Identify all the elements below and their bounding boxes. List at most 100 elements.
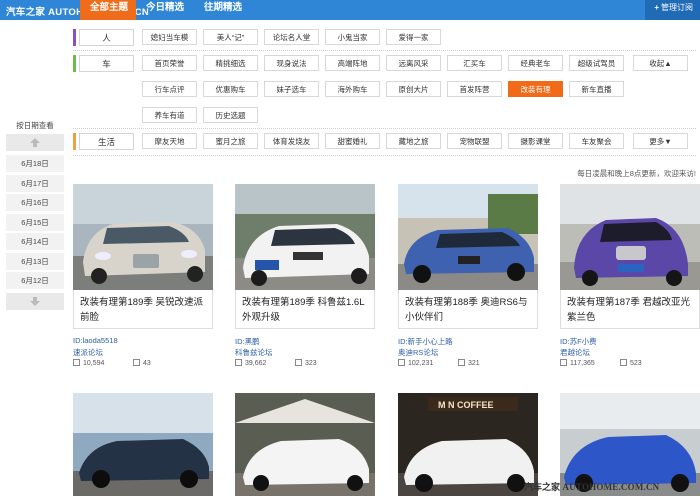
replies-count: 43	[133, 359, 151, 367]
tag[interactable]: 车友聚会	[569, 133, 624, 149]
forum-link[interactable]: 君越论坛	[560, 347, 590, 358]
car-photo[interactable]	[235, 184, 375, 290]
date-item[interactable]: 6月15日	[6, 214, 64, 232]
date-scroll-down-button[interactable]	[6, 293, 64, 310]
tag[interactable]: 高端阵地	[325, 55, 380, 71]
tag[interactable]: 远离风采	[386, 55, 441, 71]
car-photo[interactable]	[73, 393, 213, 496]
tag[interactable]: 行车点评	[142, 81, 197, 97]
reply-icon	[620, 359, 627, 366]
tag[interactable]: 原创大片	[386, 81, 441, 97]
forum-link[interactable]: 奥迪RS论坛	[398, 347, 438, 358]
date-scroll-up-button[interactable]	[6, 134, 64, 151]
car-photo[interactable]	[73, 184, 213, 290]
collapse-tags-button[interactable]: 收起▲	[633, 55, 688, 71]
views-icon	[235, 359, 242, 366]
category-cars[interactable]: 车	[79, 55, 134, 72]
car-photo[interactable]: M N COFFEE	[398, 393, 538, 496]
filter-row-people: 人 媳妇当车模 美人“记” 论坛名人堂 小鬼当家 爱得一家	[73, 29, 696, 46]
card-title[interactable]: 改装有理第189季 科鲁兹1.6L外观升级	[235, 290, 375, 329]
tag[interactable]: 藏地之旅	[386, 133, 441, 149]
plus-icon: +	[654, 3, 659, 12]
author-id[interactable]: ID:黑鹏	[235, 336, 260, 347]
tag[interactable]: 首页荣誉	[142, 55, 197, 71]
date-item[interactable]: 6月13日	[6, 253, 64, 271]
tag[interactable]: 汇买车	[447, 55, 502, 71]
arrow-down-icon	[30, 297, 40, 306]
tag[interactable]: 摩友天地	[142, 133, 197, 149]
arrow-up-icon	[30, 138, 40, 147]
tag[interactable]: 海外购车	[325, 81, 380, 97]
tag[interactable]: 媳妇当车模	[142, 29, 197, 45]
reply-icon	[458, 359, 465, 366]
watermark: 汽车之家 AUTOHOME.COM.CN	[524, 482, 660, 492]
divider	[73, 50, 696, 51]
views-count: 10,594	[73, 359, 104, 367]
date-item[interactable]: 6月17日	[6, 175, 64, 193]
tag[interactable]: 历史选题	[203, 107, 258, 123]
car-photo[interactable]	[560, 184, 700, 290]
tag[interactable]: 论坛名人堂	[264, 29, 319, 45]
tab-today-picks[interactable]: 今日精选	[136, 0, 194, 20]
tab-all-topics[interactable]: 全部主题	[80, 0, 137, 20]
replies-count: 323	[295, 359, 317, 367]
filter-row-cars-2: 行车点评 优惠购车 妹子选车 海外购车 原创大片 首发阵营 改装有理 新车直播	[73, 81, 696, 98]
tag[interactable]: 宠物联盟	[447, 133, 502, 149]
tag[interactable]: 爱得一家	[386, 29, 441, 45]
top-nav-bar: 汽车之家 AUTOHOME.COM.CN 全部主题 今日精选 往期精选 + 管理订…	[0, 0, 700, 20]
filter-row-cars-3: 养车有道 历史选题	[73, 107, 696, 124]
manage-subscription-button[interactable]: + 管理订阅	[645, 0, 700, 20]
card-title[interactable]: 改装有理第188季 奥迪RS6与小伙伴们	[398, 290, 538, 329]
tag[interactable]: 甜蜜婚礼	[325, 133, 380, 149]
tab-past-picks[interactable]: 往期精选	[194, 0, 252, 20]
card-title[interactable]: 改装有理第189季 吴锐改速派前脸	[73, 290, 213, 329]
tag[interactable]: 妹子选车	[264, 81, 319, 97]
views-count: 102,231	[398, 359, 433, 367]
divider	[73, 155, 696, 156]
views-count: 39,662	[235, 359, 266, 367]
tag[interactable]: 新车直播	[569, 81, 624, 97]
tag[interactable]: 现身说法	[264, 55, 319, 71]
forum-link[interactable]: 速派论坛	[73, 347, 103, 358]
views-icon	[73, 359, 80, 366]
more-tags-button[interactable]: 更多▼	[633, 133, 688, 149]
tag[interactable]: 体育发烧友	[264, 133, 319, 149]
tag[interactable]: 摄影课堂	[508, 133, 563, 149]
date-item[interactable]: 6月14日	[6, 233, 64, 251]
tag[interactable]: 小鬼当家	[325, 29, 380, 45]
car-photo[interactable]	[235, 393, 375, 496]
manage-subscription-label: 管理订阅	[661, 3, 693, 12]
views-icon	[398, 359, 405, 366]
category-color-bar	[73, 55, 76, 72]
tag[interactable]: 经典老车	[508, 55, 563, 71]
date-panel-title: 按日期查看	[16, 121, 54, 130]
car-photo[interactable]	[398, 184, 538, 290]
category-people[interactable]: 人	[79, 29, 134, 46]
tag-active[interactable]: 改装有理	[508, 81, 563, 97]
tag[interactable]: 优惠购车	[203, 81, 258, 97]
card-title[interactable]: 改装有理第187季 君越改亚光紫兰色	[560, 290, 700, 329]
tag[interactable]: 首发阵营	[447, 81, 502, 97]
main-tabs: 全部主题 今日精选 往期精选	[80, 0, 252, 20]
category-color-bar	[73, 29, 76, 46]
reply-icon	[295, 359, 302, 366]
tag[interactable]: 美人“记”	[203, 29, 258, 45]
replies-count: 523	[620, 359, 642, 367]
category-life[interactable]: 生活	[79, 133, 134, 150]
reply-icon	[133, 359, 140, 366]
tag[interactable]: 养车有道	[142, 107, 197, 123]
update-notice: 每日凌晨和晚上8点更新，欢迎来访!	[577, 169, 696, 178]
tag[interactable]: 精挑细选	[203, 55, 258, 71]
date-item[interactable]: 6月12日	[6, 272, 64, 290]
author-id[interactable]: ID:新手小心上路	[398, 336, 453, 347]
author-id[interactable]: ID:laoda5518	[73, 336, 118, 345]
date-item[interactable]: 6月18日	[6, 155, 64, 173]
tag[interactable]: 蜜月之旅	[203, 133, 258, 149]
author-id[interactable]: ID:苏F小费	[560, 336, 597, 347]
tag[interactable]: 超级试驾员	[569, 55, 624, 71]
views-icon	[560, 359, 567, 366]
date-item[interactable]: 6月16日	[6, 194, 64, 212]
svg-text:M N COFFEE: M N COFFEE	[438, 400, 494, 410]
views-count: 117,365	[560, 359, 595, 367]
forum-link[interactable]: 科鲁兹论坛	[235, 347, 273, 358]
